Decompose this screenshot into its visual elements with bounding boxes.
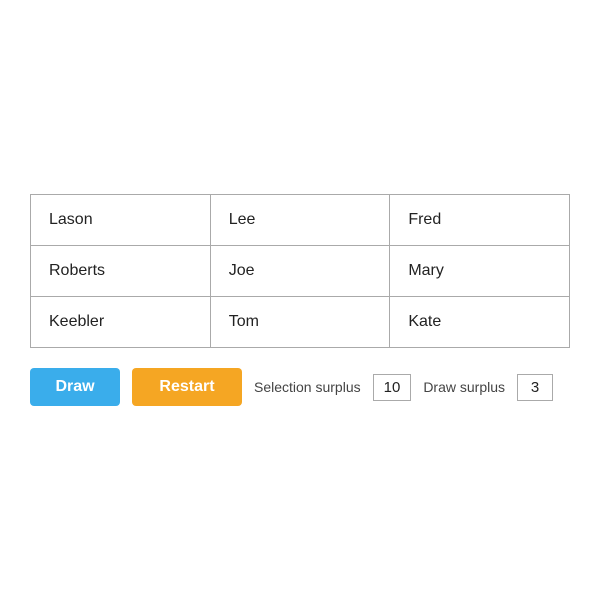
table-row: RobertsJoeMary xyxy=(31,246,570,297)
table-cell: Keebler xyxy=(31,297,211,348)
table-cell: Mary xyxy=(390,246,570,297)
table-cell: Lason xyxy=(31,195,211,246)
table-cell: Tom xyxy=(210,297,390,348)
table-cell: Lee xyxy=(210,195,390,246)
table-row: KeeblerTomKate xyxy=(31,297,570,348)
selection-surplus-label: Selection surplus xyxy=(254,379,361,395)
data-table: LasonLeeFredRobertsJoeMaryKeeblerTomKate xyxy=(30,194,570,348)
draw-button[interactable]: Draw xyxy=(30,368,120,406)
selection-surplus-value: 10 xyxy=(373,374,412,401)
table-row: LasonLeeFred xyxy=(31,195,570,246)
table-cell: Joe xyxy=(210,246,390,297)
main-container: LasonLeeFredRobertsJoeMaryKeeblerTomKate… xyxy=(30,194,570,406)
restart-button[interactable]: Restart xyxy=(132,368,242,406)
controls-bar: Draw Restart Selection surplus 10 Draw s… xyxy=(30,368,553,406)
draw-surplus-label: Draw surplus xyxy=(423,379,505,395)
table-cell: Fred xyxy=(390,195,570,246)
table-cell: Kate xyxy=(390,297,570,348)
draw-surplus-value: 3 xyxy=(517,374,553,401)
table-cell: Roberts xyxy=(31,246,211,297)
